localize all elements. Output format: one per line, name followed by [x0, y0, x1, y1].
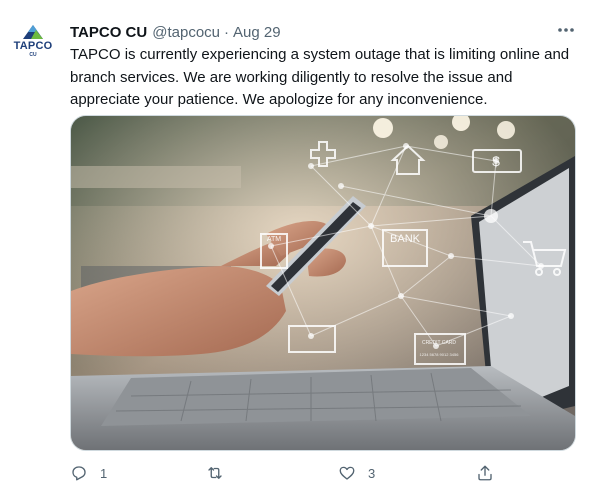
reply-count: 1 [100, 465, 108, 481]
share-button[interactable] [476, 462, 494, 484]
more-options-button[interactable] [554, 20, 578, 40]
heart-icon [339, 466, 355, 480]
bank-label: BANK [390, 233, 421, 245]
separator: · [224, 23, 229, 41]
like-count: 3 [368, 465, 376, 481]
tweet-date[interactable]: Aug 29 [233, 24, 281, 41]
tweet-text: TAPCO is currently experiencing a system… [70, 46, 570, 108]
more-icon [558, 28, 574, 32]
tweet-header: TAPCO CU @tapcocu · Aug 29 [70, 22, 281, 42]
photo-hand-phone-network: $ ATM BANK CREDIT CARD 1234 5678 9012 34… [71, 116, 575, 450]
tapco-logo-icon [23, 25, 43, 39]
like-button[interactable]: 3 [338, 462, 375, 484]
avatar[interactable]: TAPCO CU [11, 24, 55, 68]
avatar-brand-sub: CU [29, 52, 37, 58]
share-icon [478, 465, 492, 481]
author-handle[interactable]: @tapcocu [152, 24, 220, 41]
retweet-button[interactable] [205, 462, 237, 484]
author-name[interactable]: TAPCO CU [70, 24, 147, 41]
currency-label: $ [492, 153, 500, 169]
tweet[interactable]: TAPCO CU TAPCO CU @tapcocu · Aug 29 TAPC… [0, 0, 592, 494]
reply-button[interactable]: 1 [70, 462, 107, 484]
card-label: CREDIT CARD [422, 340, 456, 346]
retweet-icon [208, 467, 222, 479]
atm-label: ATM [267, 236, 281, 243]
tweet-actions: 1 3 [70, 462, 500, 484]
card-number-label: 1234 5678 9012 3456 [420, 352, 460, 357]
reply-icon [72, 466, 86, 481]
tweet-media[interactable]: $ ATM BANK CREDIT CARD 1234 5678 9012 34… [70, 115, 576, 451]
avatar-brand: TAPCO [13, 40, 53, 52]
